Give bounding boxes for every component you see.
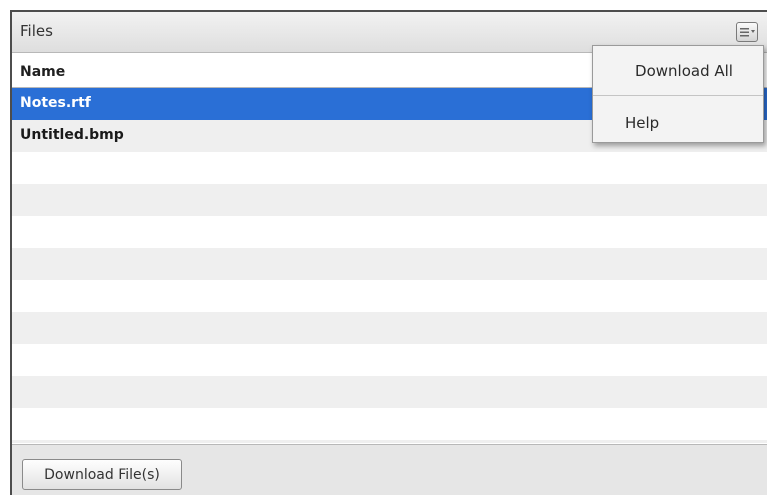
empty-row <box>12 344 767 376</box>
column-header-name[interactable]: Name <box>20 64 65 80</box>
menu-item-download-all[interactable]: Download All <box>593 62 763 80</box>
empty-row <box>12 312 767 344</box>
file-name: Untitled.bmp <box>20 127 124 143</box>
options-dropdown-menu: Download All Help <box>592 45 764 143</box>
file-name: Notes.rtf <box>20 95 91 111</box>
options-menu-button[interactable] <box>736 22 758 42</box>
empty-row <box>12 216 767 248</box>
empty-row <box>12 248 767 280</box>
empty-row <box>12 280 767 312</box>
empty-row <box>12 184 767 216</box>
download-files-button[interactable]: Download File(s) <box>22 459 182 490</box>
empty-row <box>12 152 767 184</box>
panel-footer: Download File(s) <box>12 444 767 495</box>
empty-row <box>12 440 767 443</box>
menu-list-icon <box>740 28 755 37</box>
menu-separator <box>593 95 763 96</box>
panel-title: Files <box>20 22 53 40</box>
empty-row <box>12 408 767 440</box>
menu-item-help[interactable]: Help <box>593 114 763 132</box>
empty-row <box>12 376 767 408</box>
